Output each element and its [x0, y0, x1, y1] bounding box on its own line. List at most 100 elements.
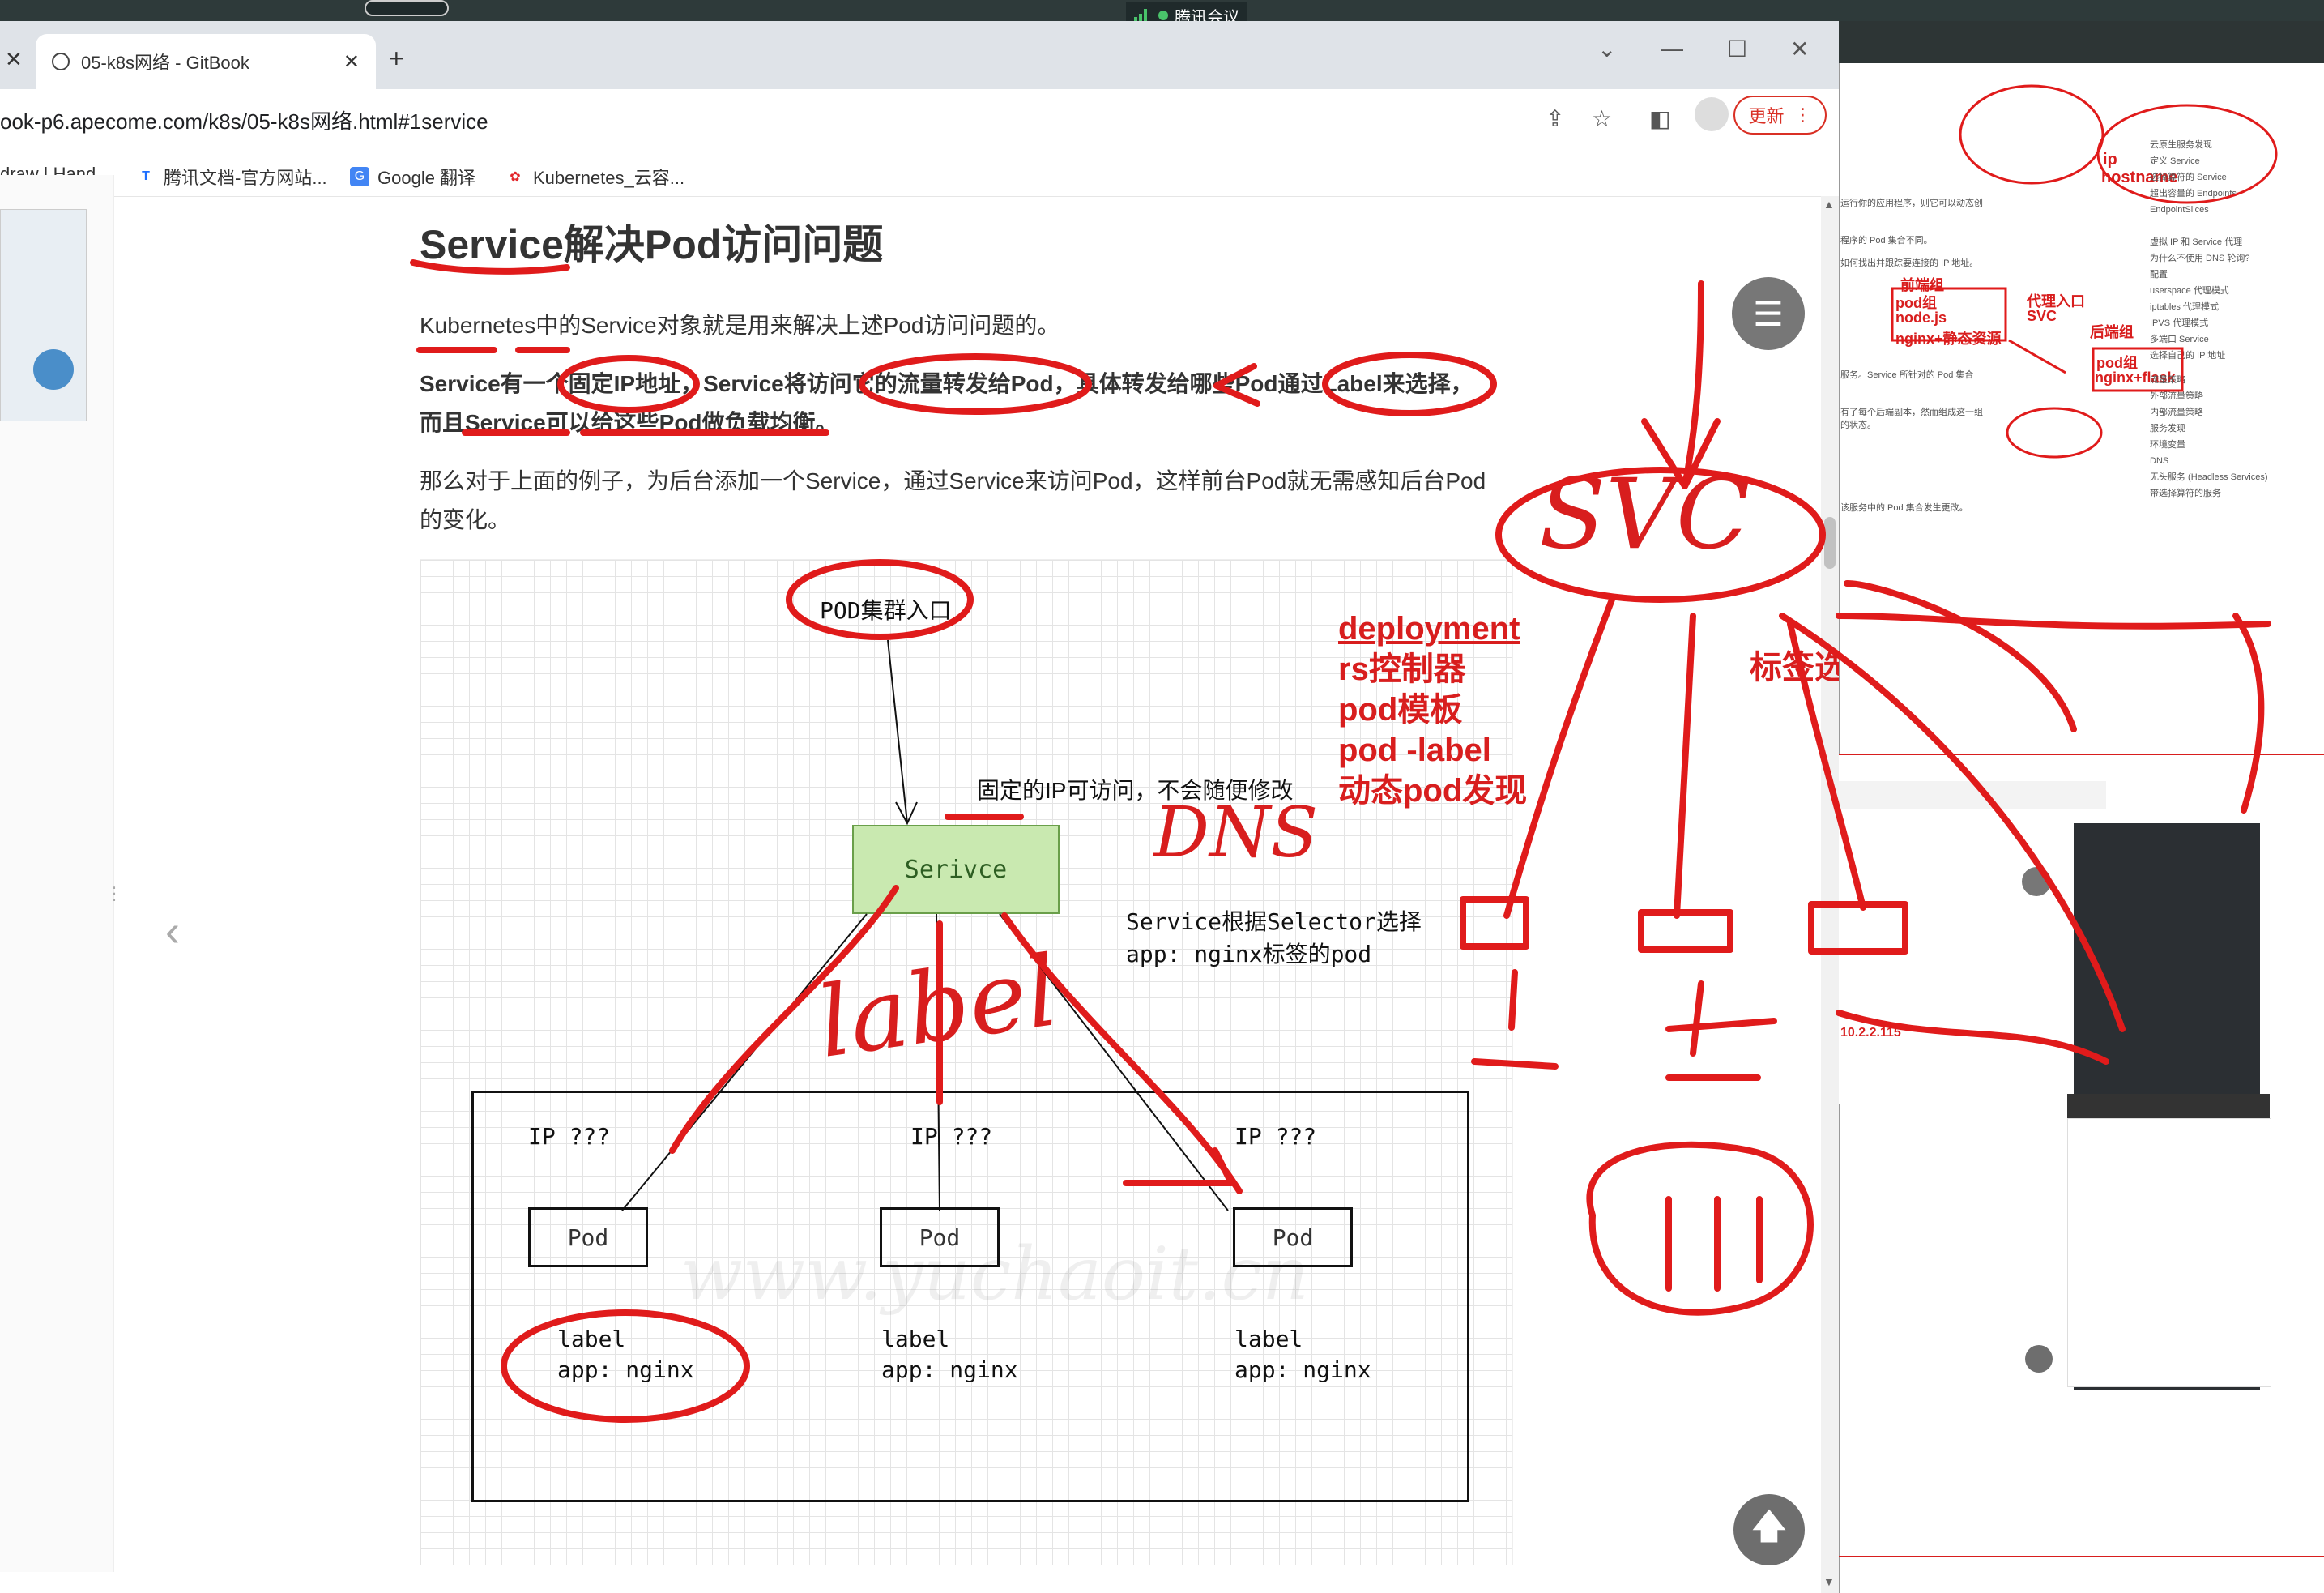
- rp-toc-item: 服务发现: [2150, 424, 2185, 433]
- rp-toc-item: 带选择算符的服务: [2150, 489, 2221, 498]
- rp-toc-item: 选择自己的 IP 地址: [2150, 351, 2226, 361]
- example-paragraph-line2: 的变化。: [420, 507, 511, 532]
- bold-paragraph: Service有一个固定IP地址，Service将访问它的流量转发给Pod，具体…: [420, 365, 1513, 442]
- menu-button[interactable]: ☰: [1732, 277, 1805, 350]
- bookmark-label: Kubernetes_云容...: [533, 168, 685, 188]
- rp-ip-label: ip: [2103, 151, 2117, 169]
- annotation-dynamic-discovery: 动态pod发现: [1338, 773, 1528, 809]
- rp-toc-item: 超出容量的 Endpoints: [2150, 189, 2237, 199]
- rp-toc-item: 配置: [2150, 270, 2168, 280]
- scroll-down-icon[interactable]: ▼: [1823, 1575, 1835, 1588]
- annotation-dns: DNS: [1153, 792, 1319, 873]
- rp-toc-item: DNS: [2150, 456, 2169, 466]
- address-bar[interactable]: ook-p6.apecome.com/k8s/05-k8s网络.html#1se…: [0, 105, 488, 135]
- rp-toc-item: 外部流量策略: [2150, 391, 2203, 401]
- rp-red-divider: [1839, 1556, 2324, 1557]
- pod-box: Pod: [1233, 1207, 1353, 1267]
- star-icon[interactable]: ☆: [1592, 105, 1612, 132]
- bold-paragraph-line1: Service有一个固定IP地址，Service将访问它的流量转发给Pod，具体…: [420, 371, 1473, 396]
- rp-nested-top-button[interactable]: [2025, 1345, 2053, 1373]
- signal-icon: [1134, 9, 1152, 22]
- hamburger-icon: ☰: [1753, 294, 1784, 333]
- rp-mini-line: 有了每个后端副本，然而组成这一组: [1840, 408, 1983, 417]
- rp-toc-item: 定义 Service: [2150, 156, 2200, 166]
- sidebar-resize-handle[interactable]: ⋮: [105, 883, 123, 904]
- cluster-entry-label: POD集群入口: [820, 597, 952, 624]
- pod-label-value: app: nginx: [557, 1356, 694, 1383]
- service-box: Serivce: [852, 825, 1060, 914]
- annotation-pod-template: pod模板: [1338, 692, 1463, 728]
- rp-toc-item: 选择算符的 Service: [2150, 173, 2227, 182]
- rp-backend-group: 后端组: [2090, 324, 2134, 340]
- rp-mini-line: 运行你的应用程序，则它可以动态创: [1840, 199, 1983, 208]
- pod-cluster-box: [471, 1091, 1469, 1502]
- window-close-icon[interactable]: ✕: [1790, 36, 1809, 62]
- arrow-up-icon: 🡅: [1750, 1505, 1788, 1546]
- annotation-rs-controller: rs控制器: [1338, 651, 1466, 687]
- side-panel-icon[interactable]: ◧: [1649, 105, 1670, 132]
- prev-page-arrow[interactable]: ‹: [165, 906, 180, 956]
- pod-label-title: label: [1234, 1326, 1303, 1352]
- bookmark-google-translate[interactable]: G Google 翻译: [350, 164, 475, 190]
- back-to-top-button[interactable]: 🡅: [1733, 1494, 1805, 1565]
- rp-toc-item: 无头服务 (Headless Services): [2150, 472, 2268, 482]
- recording-dot-icon: [1158, 11, 1168, 20]
- tencent-docs-icon: T: [142, 169, 150, 183]
- close-icon[interactable]: ✕: [5, 47, 23, 72]
- tab-title: 05-k8s网络 - GitBook: [81, 53, 249, 73]
- rp-nested-toolbar: [1839, 781, 2106, 809]
- rp-nested-screenshot-2: [2067, 1118, 2271, 1387]
- share-icon[interactable]: ⇪: [1546, 105, 1564, 132]
- gopher-icon: [33, 349, 74, 390]
- pod-label-value: app: nginx: [881, 1356, 1018, 1383]
- selector-note-line2: app: nginx标签的pod: [1126, 941, 1372, 967]
- update-button[interactable]: 更新 ⋮: [1733, 96, 1827, 135]
- rp-toc-item: 内部流量策略: [2150, 408, 2203, 417]
- example-paragraph: 那么对于上面的例子，为后台添加一个Service，通过Service来访问Pod…: [420, 462, 1513, 540]
- annotation-label-scrawl: label: [811, 935, 1065, 1080]
- rp-nodejs: node.js: [1895, 310, 1947, 326]
- rp-toc-item: iptables 代理模式: [2150, 302, 2219, 312]
- rp-nested-dark-header: [2067, 1094, 2270, 1118]
- ip-label: IP ???: [910, 1123, 993, 1150]
- pod-label-value: app: nginx: [1234, 1356, 1371, 1383]
- minimize-icon[interactable]: —: [1661, 36, 1683, 62]
- scrollbar-thumb[interactable]: [1824, 517, 1836, 569]
- rp-toc-item: userspace 代理模式: [2150, 286, 2229, 296]
- scroll-up-icon[interactable]: ▲: [1823, 198, 1835, 211]
- bookmark-label: Google 翻译: [377, 168, 476, 188]
- bookmark-kubernetes[interactable]: ✿ Kubernetes_云容...: [505, 164, 684, 190]
- rp-ip-value: 10.2.2.115: [1840, 1026, 1901, 1040]
- maximize-icon[interactable]: ☐: [1727, 36, 1747, 62]
- bookmark-tencent-docs[interactable]: T 腾讯文档-官方网站...: [136, 164, 327, 190]
- rp-mini-line: 的状态。: [1840, 421, 1876, 430]
- rp-mini-line: 程序的 Pod 集合不同。: [1840, 236, 1933, 246]
- huawei-icon: ✿: [510, 170, 521, 184]
- pod-label-title: label: [881, 1326, 950, 1352]
- ip-label: IP ???: [1234, 1123, 1317, 1150]
- rp-mini-line: 服务。Service 所针对的 Pod 集合: [1840, 370, 1974, 380]
- bookmark-label: 腾讯文档-官方网站...: [164, 168, 327, 188]
- chevron-down-icon[interactable]: ⌄: [1597, 36, 1616, 62]
- rp-toc-item: 多端口 Service: [2150, 335, 2209, 344]
- tab-close-icon[interactable]: ✕: [343, 50, 360, 74]
- rp-mini-line: 该服务中的 Pod 集合发生更改。: [1840, 503, 1968, 513]
- more-icon: ⋮: [1793, 105, 1812, 125]
- scrollbar[interactable]: [1821, 196, 1839, 1593]
- rp-svc: SVC: [2027, 308, 2057, 324]
- pod-label-title: label: [557, 1326, 626, 1352]
- rp-toc-item: EndpointSlices: [2150, 205, 2209, 215]
- battery-indicator: [365, 0, 449, 16]
- ip-label: IP ???: [528, 1123, 611, 1150]
- rp-nested-menu-button[interactable]: [2022, 867, 2051, 896]
- rp-mini-line: 如何找出并跟踪要连接的 IP 地址。: [1840, 258, 1979, 268]
- globe-icon: [52, 53, 70, 70]
- new-tab-button[interactable]: +: [389, 44, 404, 74]
- rp-toc-item: 环境变量: [2150, 440, 2185, 450]
- sidebar-thumbnail: [0, 209, 87, 421]
- tab-gitbook[interactable]: 05-k8s网络 - GitBook ✕: [36, 34, 376, 89]
- profile-avatar[interactable]: [1695, 97, 1729, 131]
- google-translate-icon: G: [350, 167, 369, 186]
- example-paragraph-line1: 那么对于上面的例子，为后台添加一个Service，通过Service来访问Pod…: [420, 468, 1486, 493]
- rp-toc-item: 虚拟 IP 和 Service 代理: [2150, 237, 2243, 247]
